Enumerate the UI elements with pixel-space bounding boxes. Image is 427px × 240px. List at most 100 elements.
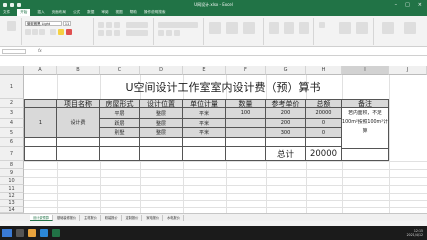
font-size-box[interactable]: 11 — [63, 21, 71, 26]
browser-icon[interactable] — [40, 229, 48, 237]
house-type-cell[interactable]: 平层 — [100, 108, 140, 119]
borders-icon[interactable] — [50, 29, 56, 35]
row-header-6[interactable]: 6 — [0, 138, 24, 147]
sheet-tab-appliances[interactable]: 家电报价 — [143, 214, 164, 221]
unit-price-cell[interactable]: 300 — [266, 128, 306, 138]
empty-cell[interactable] — [266, 138, 306, 147]
column-header-c[interactable]: C — [100, 66, 140, 75]
design-location-cell[interactable]: 整层 — [140, 128, 183, 138]
excel-icon[interactable] — [52, 229, 60, 237]
total-label[interactable]: 总计 — [266, 147, 306, 161]
quantity-cell[interactable] — [226, 119, 266, 128]
font-color-icon[interactable] — [66, 29, 72, 35]
unit-cell[interactable]: 平米 — [183, 119, 226, 128]
header-design-location[interactable]: 设计位置 — [140, 99, 183, 108]
unit-cell[interactable]: 平米 — [183, 128, 226, 138]
row-header-2[interactable]: 2 — [0, 99, 24, 108]
unit-price-cell[interactable]: 200 — [266, 108, 306, 119]
row-header-10[interactable]: 10 — [0, 177, 24, 185]
header-unit-price[interactable]: 参考单价 — [266, 99, 306, 108]
empty-cell[interactable] — [57, 138, 100, 147]
row-header-4[interactable]: 4 — [0, 119, 24, 128]
align-right-icon[interactable] — [114, 30, 120, 36]
fill-color-icon[interactable] — [58, 29, 64, 35]
empty-cell[interactable] — [183, 138, 226, 147]
format-table-icon[interactable] — [226, 22, 238, 34]
file-explorer-icon[interactable] — [28, 229, 36, 237]
empty-cell[interactable] — [24, 138, 57, 147]
comma-icon[interactable] — [174, 30, 180, 36]
empty-cell[interactable] — [24, 147, 57, 161]
row-index-cell[interactable]: 1 — [24, 108, 57, 138]
wrap-text-icon[interactable] — [126, 22, 148, 28]
total-cell[interactable]: 0 — [306, 119, 342, 128]
column-header-f[interactable]: F — [226, 66, 266, 75]
addins-icon[interactable] — [382, 22, 394, 34]
delete-cells-icon[interactable] — [284, 22, 294, 34]
empty-cell[interactable] — [306, 138, 342, 147]
currency-icon[interactable] — [158, 30, 164, 36]
column-header-b[interactable]: B — [57, 66, 100, 75]
tab-help[interactable]: 帮助 — [130, 10, 137, 15]
row-header-8[interactable]: 8 — [0, 161, 24, 169]
row-header-5[interactable]: 5 — [0, 128, 24, 138]
column-header-a[interactable]: A — [24, 66, 57, 75]
unit-cell[interactable]: 平米 — [183, 108, 226, 119]
total-value[interactable]: 20000 — [306, 147, 342, 161]
tab-tell-me[interactable]: 操作说明搜索 — [144, 10, 166, 15]
analyze-data-icon[interactable] — [404, 22, 416, 34]
header-quantity[interactable]: 数量 — [226, 99, 266, 108]
house-type-cell[interactable]: 跃层 — [100, 119, 140, 128]
column-header-h[interactable]: H — [306, 66, 342, 75]
column-header-d[interactable]: D — [140, 66, 183, 75]
empty-cell[interactable] — [226, 138, 266, 147]
sheet-tab-basic-renovation[interactable]: 基础装修报价 — [54, 214, 81, 221]
empty-cell[interactable] — [342, 149, 389, 161]
name-box[interactable] — [2, 49, 26, 54]
total-cell[interactable]: 20000 — [306, 108, 342, 119]
empty-cell[interactable] — [100, 147, 140, 161]
sheet-tab-soft-furnishing[interactable]: 软装报价 — [102, 214, 122, 221]
tab-review[interactable]: 审阅 — [101, 10, 108, 15]
sheet-tab-custom[interactable]: 定制报价 — [123, 214, 143, 221]
percent-icon[interactable] — [166, 30, 172, 36]
remarks-cell[interactable]: 若内面积，不足100m²按照100m²计算 — [342, 108, 389, 149]
column-header-i[interactable]: I — [342, 66, 389, 75]
cell-styles-icon[interactable] — [243, 22, 255, 34]
paste-icon[interactable] — [7, 21, 16, 31]
column-header-g[interactable]: G — [266, 66, 306, 75]
empty-cell[interactable] — [57, 147, 100, 161]
font-name-box[interactable]: 微软雅黑 Light — [25, 21, 62, 26]
merge-center-icon[interactable] — [126, 30, 148, 36]
design-location-cell[interactable]: 整层 — [140, 108, 183, 119]
tab-home[interactable]: 开始 — [17, 9, 31, 16]
quantity-cell[interactable] — [226, 128, 266, 138]
select-all-corner[interactable] — [0, 66, 24, 75]
header-total[interactable]: 总额 — [306, 99, 342, 108]
empty-cell[interactable] — [140, 147, 183, 161]
empty-cell[interactable] — [183, 147, 226, 161]
empty-cell[interactable] — [100, 138, 140, 147]
total-cell[interactable]: 0 — [306, 128, 342, 138]
bold-icon[interactable] — [25, 29, 31, 35]
number-format-dropdown[interactable] — [158, 22, 198, 28]
system-clock[interactable]: 12:15 2021/4/12 — [407, 229, 427, 237]
align-left-icon[interactable] — [98, 30, 104, 36]
format-cells-icon[interactable] — [299, 22, 309, 34]
header-unit[interactable]: 单位计量 — [183, 99, 226, 108]
row-header-12[interactable]: 12 — [0, 193, 24, 200]
tab-page-layout[interactable]: 页面布局 — [52, 10, 66, 15]
row-header-1[interactable]: 1 — [0, 75, 24, 99]
align-top-icon[interactable] — [98, 22, 104, 28]
house-type-cell[interactable]: 别墅 — [100, 128, 140, 138]
underline-icon[interactable] — [39, 29, 45, 35]
italic-icon[interactable] — [32, 29, 38, 35]
unit-price-cell[interactable]: 200 — [266, 119, 306, 128]
quantity-cell[interactable]: 100 — [226, 108, 266, 119]
header-house-type[interactable]: 房屋形式 — [100, 99, 140, 108]
sheet-title[interactable]: U空间设计工作室室内设计费（预）算书 — [57, 75, 389, 99]
sort-filter-icon[interactable] — [339, 22, 351, 34]
empty-cell[interactable] — [226, 147, 266, 161]
header-blank[interactable] — [24, 99, 57, 108]
sheet-tab-design-fee[interactable]: 设计费预算 — [30, 214, 53, 221]
